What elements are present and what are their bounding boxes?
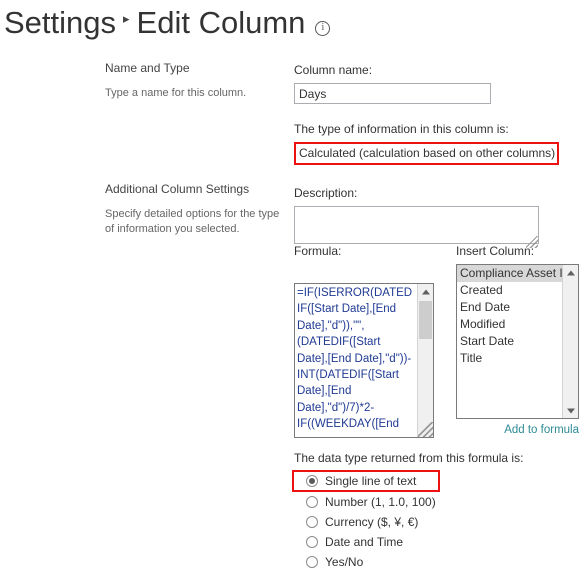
description-field-group: Description: xyxy=(294,185,579,249)
column-name-field-group: Column name: xyxy=(294,62,579,104)
description-textarea[interactable] xyxy=(294,206,539,244)
column-type-label: The type of information in this column i… xyxy=(294,122,509,136)
radio-label: Date and Time xyxy=(325,535,404,549)
list-item[interactable]: Title xyxy=(457,350,564,367)
insert-column-scrollbar[interactable] xyxy=(562,265,578,418)
list-item[interactable]: End Date xyxy=(457,299,564,316)
radio-mark-icon xyxy=(306,516,318,528)
radio-mark-icon xyxy=(306,475,318,487)
breadcrumb-settings[interactable]: Settings xyxy=(4,6,116,40)
formula-label: Formula: xyxy=(294,244,342,258)
section-additional-column-settings: Additional Column Settings Specify detai… xyxy=(105,181,285,237)
data-type-label: The data type returned from this formula… xyxy=(294,451,524,465)
column-type-highlight: Calculated (calculation based on other c… xyxy=(294,142,560,165)
list-item[interactable]: Created xyxy=(457,282,564,299)
formula-text: =IF(ISERROR(DATEDIF([Start Date],[End Da… xyxy=(297,287,413,431)
radio-label: Single line of text xyxy=(325,474,417,488)
scroll-down-arrow-icon[interactable] xyxy=(563,403,578,418)
formula-field-group: Formula: =IF(ISERROR(DATEDIF([Start Date… xyxy=(294,243,454,438)
section-description: Specify detailed options for the type of… xyxy=(105,208,280,235)
section-title: Additional Column Settings xyxy=(105,182,250,196)
list-item[interactable]: Start Date xyxy=(457,333,564,350)
section-name-and-type: Name and Type Type a name for this colum… xyxy=(105,60,285,101)
description-label: Description: xyxy=(294,186,358,200)
radio-yes-no[interactable]: Yes/No xyxy=(294,552,579,572)
list-item[interactable]: Modified xyxy=(457,316,564,333)
insert-column-label: Insert Column: xyxy=(456,244,535,258)
resize-grip-icon[interactable] xyxy=(418,422,433,437)
breadcrumb-separator-icon: ▸ xyxy=(123,11,130,26)
insert-column-group: Insert Column: Compliance Asset Id Creat… xyxy=(456,243,579,436)
insert-column-list: Compliance Asset Id Created End Date Mod… xyxy=(457,265,564,367)
data-type-radio-group: The data type returned from this formula… xyxy=(292,450,579,572)
formula-textarea[interactable]: =IF(ISERROR(DATEDIF([Start Date],[End Da… xyxy=(294,283,434,438)
page-title: Edit Column xyxy=(136,5,306,40)
insert-column-listbox[interactable]: Compliance Asset Id Created End Date Mod… xyxy=(456,264,579,419)
radio-currency[interactable]: Currency ($, ¥, €) xyxy=(294,512,579,532)
formula-scrollbar[interactable] xyxy=(417,284,433,437)
add-to-formula-link[interactable]: Add to formula xyxy=(456,424,579,436)
radio-mark-icon xyxy=(306,556,318,568)
formula-and-insert-column-row: Formula: =IF(ISERROR(DATEDIF([Start Date… xyxy=(294,243,579,443)
radio-label: Number (1, 1.0, 100) xyxy=(325,495,436,509)
page-header: Settings ▸ Edit Column xyxy=(0,0,583,46)
section-title: Name and Type xyxy=(105,61,190,75)
radio-label: Currency ($, ¥, €) xyxy=(325,515,419,529)
list-item[interactable]: Compliance Asset Id xyxy=(457,265,564,282)
info-icon[interactable] xyxy=(315,20,331,36)
scroll-up-arrow-icon[interactable] xyxy=(563,265,578,280)
column-name-label: Column name: xyxy=(294,63,373,77)
radio-mark-icon xyxy=(306,496,318,508)
column-type-group: The type of information in this column i… xyxy=(294,121,579,165)
column-name-input[interactable] xyxy=(294,83,491,104)
radio-single-line-of-text[interactable]: Single line of text xyxy=(292,470,440,492)
section-description: Type a name for this column. xyxy=(105,87,247,99)
scroll-up-arrow-icon[interactable] xyxy=(418,284,433,299)
radio-date-and-time[interactable]: Date and Time xyxy=(294,532,579,552)
radio-number[interactable]: Number (1, 1.0, 100) xyxy=(294,492,579,512)
column-type-value[interactable]: Calculated (calculation based on other c… xyxy=(296,144,558,163)
scroll-thumb[interactable] xyxy=(419,301,432,339)
radio-mark-icon xyxy=(306,536,318,548)
